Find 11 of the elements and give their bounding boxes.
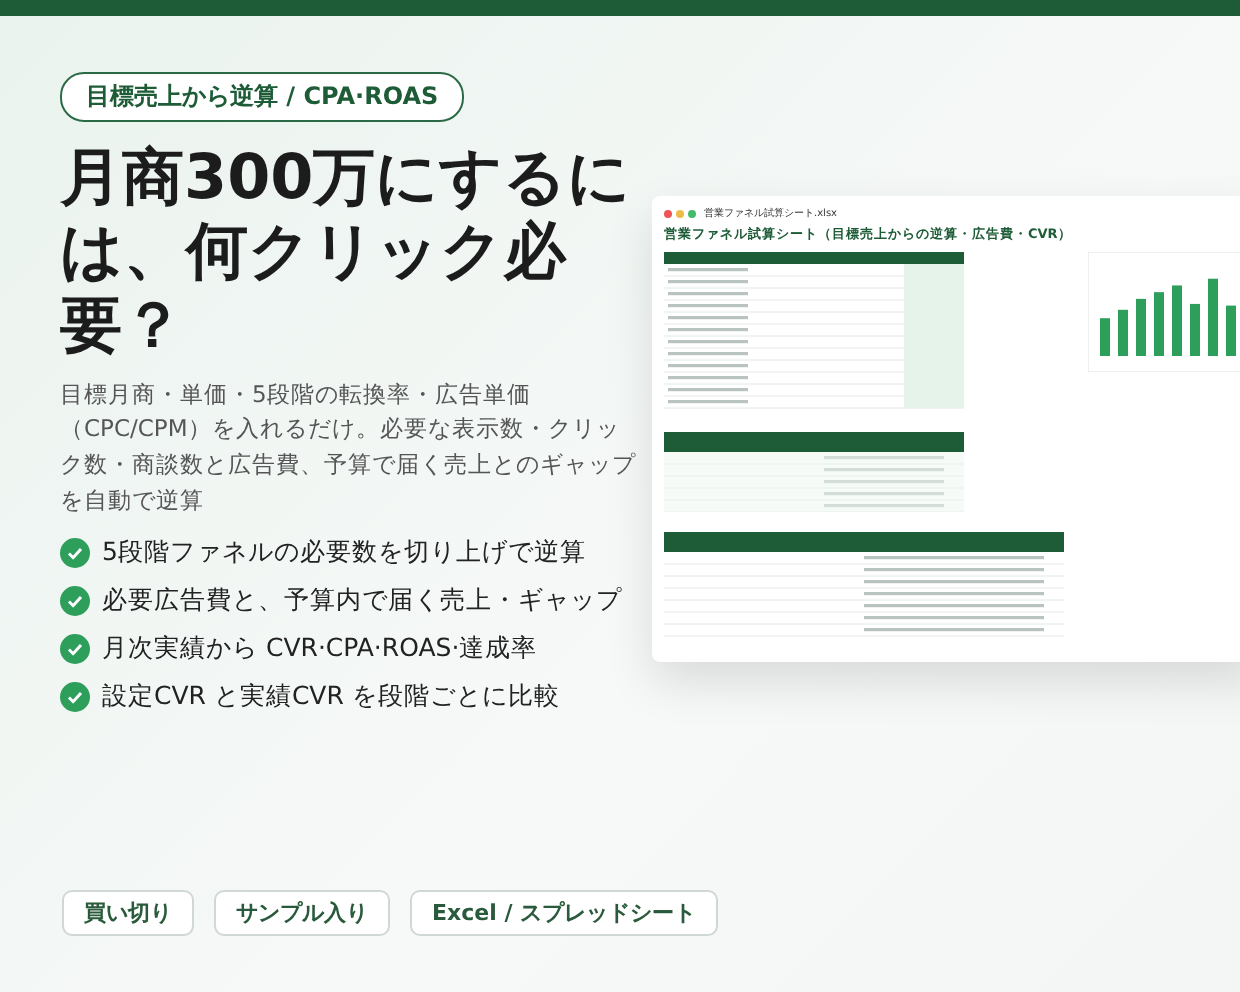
feature-tag: 買い切り [62, 890, 194, 936]
feature-text: 5段階ファネルの必要数を切り上げで逆算 [102, 535, 586, 570]
feature-text: 必要広告費と、予算内で届く売上・ギャップ [102, 583, 622, 618]
headline: 月商300万にするには、何クリック必要？ [60, 142, 634, 366]
description: 目標月商・単価・5段階の転換率・広告単価（CPC/CPM）を入れるだけ。必要な表示数・クリック数・商談数と広告費、予算で届く売上とのギャップを自動で逆算 [60, 377, 638, 518]
feature-tag: サンプル入り [214, 890, 390, 936]
feature-tag: Excel / スプレッドシート [410, 890, 719, 936]
feature-text: 月次実績から CVR·CPA·ROAS·達成率 [102, 631, 538, 666]
category-badge: 目標売上から逆算 / CPA·ROAS [60, 72, 465, 122]
window-dots-icon [664, 209, 696, 217]
feature-text: 設定CVR と実績CVR を段階ごとに比較 [102, 679, 560, 714]
